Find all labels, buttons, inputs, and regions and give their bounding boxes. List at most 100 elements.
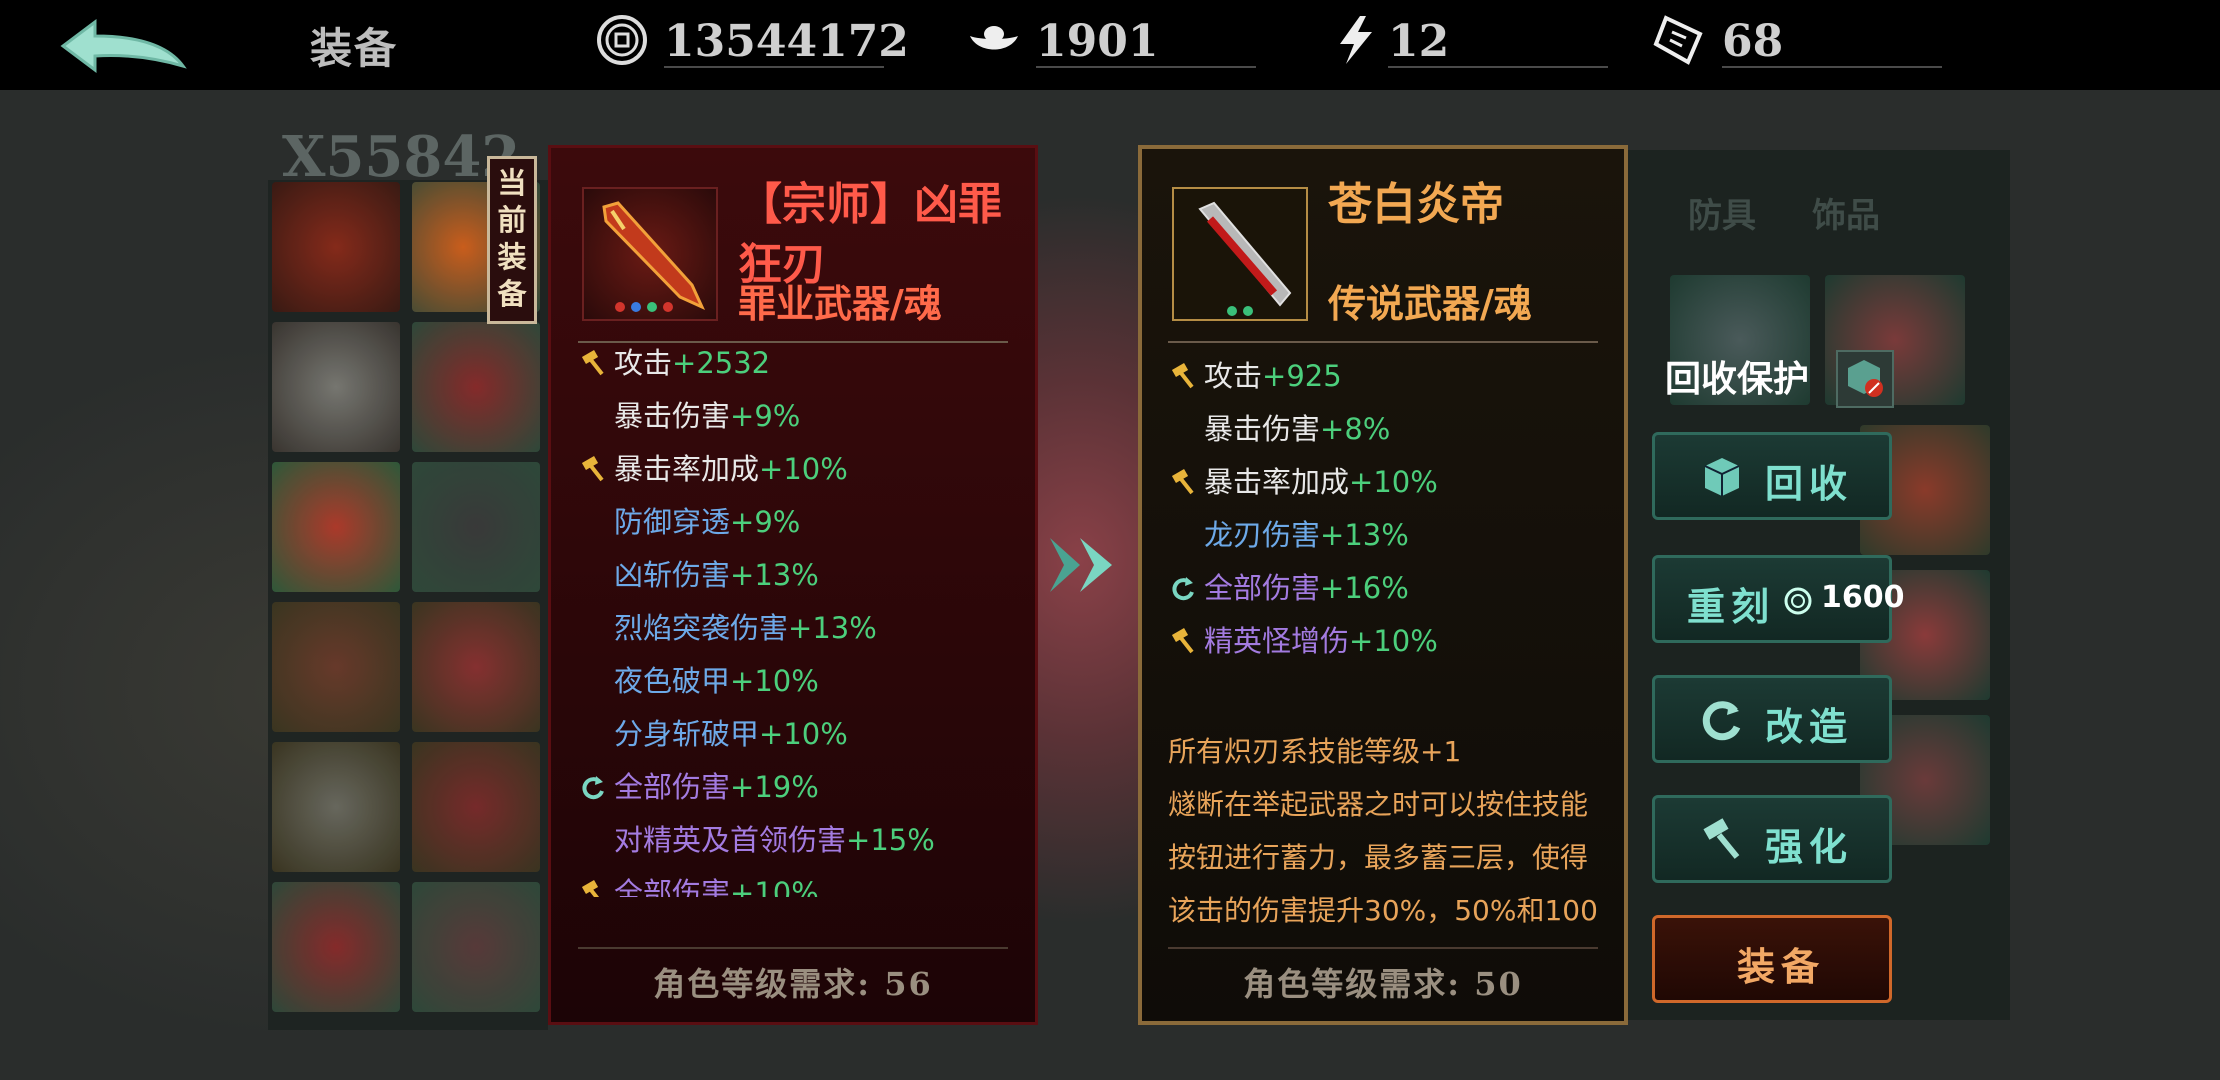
inventory-slot[interactable] bbox=[412, 322, 540, 452]
lightning-icon bbox=[1340, 16, 1372, 64]
stat-name: 分身斩破甲 bbox=[614, 717, 760, 751]
stat-row: 精英怪增伤+10% bbox=[1168, 615, 1608, 668]
stat-name: 暴击率加成 bbox=[614, 452, 760, 486]
stat-row: 暴击伤害+9% bbox=[578, 390, 1018, 443]
modify-button[interactable]: 改造 bbox=[1652, 675, 1892, 763]
stat-name: 全部伤害 bbox=[614, 770, 731, 804]
stat-bonus: +925 bbox=[1262, 359, 1342, 393]
hammer-icon bbox=[1171, 628, 1194, 654]
stat-bonus: +13% bbox=[788, 611, 877, 645]
stat-bonus: +15% bbox=[846, 823, 935, 857]
stat-row: 全部伤害+16% bbox=[1168, 562, 1608, 615]
stat-bonus: +9% bbox=[730, 505, 801, 539]
current-item-type: 罪业武器/魂 bbox=[738, 281, 942, 326]
stat-row: 暴击率加成+10% bbox=[578, 443, 1018, 496]
compare-item-level-req: 角色等级需求: 50 bbox=[1168, 947, 1598, 1005]
inventory-slot[interactable] bbox=[412, 742, 540, 872]
ticket-value: 68 bbox=[1722, 16, 1784, 67]
sword-icon bbox=[602, 201, 706, 312]
stat-name: 攻击 bbox=[614, 346, 673, 380]
recycle-button[interactable]: 回收 bbox=[1652, 432, 1892, 520]
tab-accessory[interactable]: 饰品 bbox=[1812, 188, 1880, 237]
stat-row: 分身斩破甲+10% bbox=[578, 708, 1018, 761]
description-line: 所有炽刃系技能等级+1 bbox=[1168, 735, 1462, 768]
stat-row: 攻击+2532 bbox=[578, 337, 1018, 390]
stat-name: 凶斩伤害 bbox=[614, 558, 731, 592]
coin-icon bbox=[597, 15, 647, 65]
stat-bonus: +8% bbox=[1320, 412, 1391, 446]
stat-bonus: +10% bbox=[1349, 465, 1438, 499]
recycle-protect-label: 回收保护 bbox=[1665, 358, 1810, 400]
stat-name: 对精英及首领伤害 bbox=[614, 823, 847, 857]
hammer-icon bbox=[1703, 818, 1740, 859]
equip-button[interactable]: 装备 bbox=[1652, 915, 1892, 1003]
description-line: 按钮进行蓄力，最多蓄三层，使得 bbox=[1168, 841, 1589, 874]
stat-row: 烈焰突袭伤害+13% bbox=[578, 602, 1018, 655]
back-arrow-icon[interactable] bbox=[55, 14, 190, 74]
hammer-icon bbox=[581, 880, 600, 897]
stat-name: 龙刃伤害 bbox=[1204, 518, 1321, 552]
stat-row: 暴击率加成+10% bbox=[1168, 456, 1608, 509]
inventory-slot[interactable] bbox=[272, 882, 400, 1012]
stat-row: 凶斩伤害+13% bbox=[578, 549, 1018, 602]
stat-bonus: +13% bbox=[730, 558, 819, 592]
current-equip-tag-text: 当前装备 bbox=[497, 166, 527, 311]
inventory-slot[interactable] bbox=[272, 742, 400, 872]
reforge-cost: 1600 bbox=[1821, 580, 1905, 615]
stat-bonus: +2532 bbox=[672, 346, 771, 380]
recycle-protect-toggle[interactable] bbox=[1836, 350, 1894, 408]
energy-value: 12 bbox=[1388, 16, 1450, 67]
stat-name: 全部伤害 bbox=[1204, 571, 1321, 605]
stat-name: 攻击 bbox=[1204, 359, 1263, 393]
description-line: 该击的伤害提升30%，50%和100 bbox=[1168, 894, 1598, 927]
stat-row: 攻击+925 bbox=[1168, 350, 1608, 403]
top-bar: 装备 13544172 1901 12 68 bbox=[0, 0, 2220, 90]
divider bbox=[1168, 341, 1598, 343]
stat-row: 全部伤害+19% bbox=[578, 761, 1018, 814]
compare-item-type: 传说武器/魂 bbox=[1328, 281, 1532, 326]
refresh-icon bbox=[582, 776, 604, 800]
recycle-button-label: 回收 bbox=[1765, 461, 1854, 506]
stat-name: 暴击伤害 bbox=[1204, 412, 1321, 446]
compare-item-card: 苍白炎帝 传说武器/魂 攻击+925 暴击伤害+8% 暴击率加成+10% 龙刃伤… bbox=[1138, 145, 1628, 1025]
inventory-slot[interactable] bbox=[272, 182, 400, 312]
stat-name: 全部伤害 bbox=[614, 876, 731, 897]
compare-item-thumbnail bbox=[1172, 187, 1308, 321]
inventory-slot[interactable] bbox=[412, 602, 540, 732]
enhance-button-label: 强化 bbox=[1765, 824, 1854, 869]
description-line: 燧断在举起武器之时可以按住技能 bbox=[1168, 788, 1589, 821]
hammer-icon bbox=[1171, 363, 1194, 389]
page-title: 装备 bbox=[310, 24, 399, 73]
hammer-icon bbox=[581, 456, 604, 482]
stat-name: 暴击率加成 bbox=[1204, 465, 1350, 499]
enhance-button[interactable]: 强化 bbox=[1652, 795, 1892, 883]
reforge-button[interactable]: 重刻 1600 bbox=[1652, 555, 1905, 643]
refresh-icon bbox=[1702, 701, 1741, 741]
inventory-slot[interactable] bbox=[272, 462, 400, 592]
stat-bonus: +9% bbox=[730, 399, 801, 433]
inventory-slot[interactable] bbox=[412, 882, 540, 1012]
inventory-slot[interactable] bbox=[272, 602, 400, 732]
stat-row: 夜色破甲+10% bbox=[578, 655, 1018, 708]
refresh-icon bbox=[1172, 577, 1194, 601]
hammer-icon bbox=[581, 350, 604, 376]
tab-armor[interactable]: 防具 bbox=[1688, 188, 1756, 237]
current-item-level-req: 角色等级需求: 56 bbox=[578, 947, 1008, 1005]
inventory-slot[interactable] bbox=[412, 462, 540, 592]
stat-row: 对精英及首领伤害+15% bbox=[578, 814, 1018, 867]
compare-item-description: 所有炽刃系技能等级+1 燧断在举起武器之时可以按住技能 按钮进行蓄力，最多蓄三层… bbox=[1168, 725, 1608, 937]
stat-bonus: +19% bbox=[730, 770, 819, 804]
modify-button-label: 改造 bbox=[1765, 704, 1854, 749]
compare-item-name: 苍白炎帝 bbox=[1328, 179, 1504, 230]
stat-bonus: +10% bbox=[730, 876, 819, 897]
silver-value: 1901 bbox=[1036, 16, 1159, 67]
stat-name: 暴击伤害 bbox=[614, 399, 731, 433]
equip-button-label: 装备 bbox=[1737, 944, 1826, 989]
sword-icon bbox=[1198, 201, 1292, 316]
stat-row: 龙刃伤害+13% bbox=[1168, 509, 1608, 562]
current-item-stats: 攻击+2532 暴击伤害+9% 暴击率加成+10% 防御穿透+9% 凶斩伤害+1… bbox=[578, 337, 1018, 897]
stat-name: 精英怪增伤 bbox=[1204, 624, 1350, 658]
inventory-slot[interactable] bbox=[272, 322, 400, 452]
stat-bonus: +13% bbox=[1320, 518, 1409, 552]
ticket-icon bbox=[1653, 15, 1703, 65]
